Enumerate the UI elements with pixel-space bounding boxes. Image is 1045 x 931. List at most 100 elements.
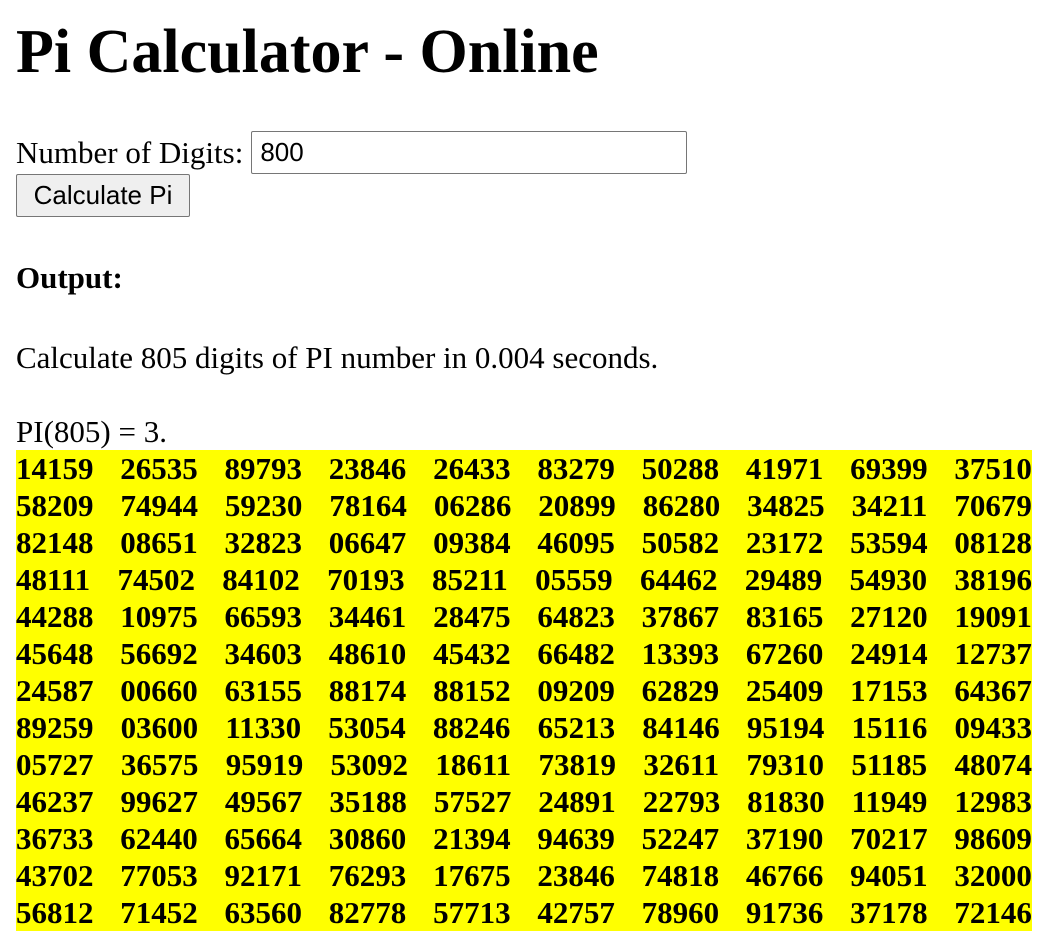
pi-digit-group: 19091: [954, 599, 1032, 634]
pi-digit-group: 95194: [746, 710, 825, 745]
pi-digit-group: 23846: [328, 451, 407, 486]
pi-digit-group: 36733: [16, 821, 94, 856]
pi-digit-group: 53054: [328, 710, 406, 745]
pi-digit-group: 62440: [120, 821, 198, 856]
pi-digit-group: 95919: [225, 747, 304, 782]
pi-digit-group: 53092: [330, 747, 409, 782]
pi-digit-group: 24914: [850, 636, 928, 671]
pi-digit-group: 46095: [537, 525, 615, 560]
pi-digit-group: 70679: [954, 488, 1032, 523]
pi-digits-block: 14159 26535 89793 23846 26433 83279 50288 41971…: [16, 450, 1032, 931]
pi-digit-group: 88152: [433, 673, 511, 708]
pi-digit-group: 46766: [745, 858, 824, 893]
calculation-summary: Calculate 805 digits of PI number in 0.0…: [16, 340, 659, 375]
pi-digit-group: 83279: [537, 451, 615, 486]
pi-digit-group: 71452: [120, 895, 198, 930]
pi-digit-group: 45432: [433, 636, 511, 671]
pi-digit-group: 50288: [641, 451, 720, 486]
pi-digit-group: 14159: [16, 451, 94, 486]
pi-digit-row: 58209 74944 59230 78164 06286 20899 86280 34825…: [16, 487, 1032, 524]
pi-digit-group: 67260: [745, 636, 824, 671]
pi-digit-group: 66593: [224, 599, 303, 634]
pi-digit-group: 57713: [433, 895, 511, 930]
pi-digit-group: 24891: [538, 784, 616, 819]
pi-digit-row: 44288 10975 66593 34461 28475 64823 37867 83165…: [16, 598, 1032, 635]
pi-prefix: PI(805) = 3.: [16, 414, 167, 449]
pi-digit-group: 74818: [641, 858, 720, 893]
pi-digit-group: 73819: [538, 747, 617, 782]
pi-digit-group: 37867: [641, 599, 720, 634]
pi-digit-group: 66482: [537, 636, 615, 671]
pi-digit-group: 76293: [328, 858, 407, 893]
pi-digit-group: 05559: [535, 562, 613, 597]
pi-digit-group: 32611: [643, 747, 720, 782]
pi-digit-group: 35188: [329, 784, 407, 819]
pi-digit-group: 91736: [745, 895, 824, 930]
pi-digit-group: 56692: [120, 636, 198, 671]
pi-digit-row: 82148 08651 32823 06647 09384 46095 50582 23172…: [16, 524, 1032, 561]
pi-digit-group: 23846: [537, 858, 615, 893]
pi-digit-group: 05727: [16, 747, 94, 782]
pi-digit-group: 00660: [120, 673, 198, 708]
pi-digit-group: 65664: [224, 821, 303, 856]
pi-digit-group: 84146: [642, 710, 720, 745]
pi-digit-row: 36733 62440 65664 30860 21394 94639 52247 37190…: [16, 820, 1032, 857]
pi-digit-group: 06286: [433, 488, 512, 523]
pi-digit-group: 09384: [433, 525, 511, 560]
pi-digit-group: 23172: [745, 525, 824, 560]
pi-digit-group: 18611: [435, 747, 512, 782]
pi-digit-group: 11949: [851, 784, 928, 819]
pi-digit-group: 77053: [120, 858, 198, 893]
pi-digit-group: 22793: [642, 784, 721, 819]
pi-digit-group: 92171: [224, 858, 303, 893]
pi-digit-group: 74944: [120, 488, 198, 523]
pi-digit-group: 50582: [641, 525, 720, 560]
pi-digit-group: 27120: [850, 599, 928, 634]
pi-digit-group: 32000: [954, 858, 1032, 893]
pi-digit-group: 09209: [537, 673, 615, 708]
pi-digit-group: 89259: [16, 710, 94, 745]
pi-digit-group: 53594: [850, 525, 928, 560]
pi-digit-group: 72146: [954, 895, 1032, 930]
pi-digit-group: 43702: [16, 858, 94, 893]
pi-digit-group: 09433: [954, 710, 1033, 745]
pi-digit-group: 13393: [641, 636, 720, 671]
calculate-pi-button[interactable]: Calculate Pi: [16, 174, 190, 217]
pi-digit-group: 24587: [16, 673, 94, 708]
page-title: Pi Calculator - Online: [16, 18, 599, 86]
pi-digit-group: 64823: [537, 599, 615, 634]
pi-digit-group: 26433: [433, 451, 511, 486]
pi-digit-group: 59230: [224, 488, 303, 523]
pi-digit-group: 63155: [224, 673, 303, 708]
pi-digit-group: 69399: [850, 451, 928, 486]
pi-digit-group: 37510: [954, 451, 1032, 486]
pi-digit-row: 89259 03600 11330 53054 88246 65213 84146 95194…: [16, 709, 1032, 746]
pi-digit-group: 44288: [16, 599, 94, 634]
pi-digit-group: 29489: [744, 562, 823, 597]
pi-digit-group: 34825: [747, 488, 825, 523]
pi-digit-group: 06647: [328, 525, 407, 560]
pi-digit-group: 12983: [954, 784, 1032, 819]
pi-digit-group: 54930: [849, 562, 928, 597]
pi-digit-group: 34461: [328, 599, 407, 634]
pi-digit-row: 46237 99627 49567 35188 57527 24891 22793 81830…: [16, 783, 1032, 820]
pi-digit-row: 05727 36575 95919 53092 18611 73819 32611 79310…: [16, 746, 1032, 783]
pi-digit-group: 12737: [954, 636, 1032, 671]
pi-digit-group: 37178: [850, 895, 928, 930]
pi-digit-group: 64367: [954, 673, 1032, 708]
pi-digit-group: 81830: [747, 784, 825, 819]
pi-digit-group: 45648: [16, 636, 94, 671]
pi-digit-group: 85211: [431, 562, 508, 597]
pi-digit-group: 98609: [954, 821, 1032, 856]
pi-digit-group: 64462: [639, 562, 718, 597]
pi-digit-group: 38196: [954, 562, 1032, 597]
digits-form: Number of Digits:: [16, 131, 688, 174]
pi-digit-group: 46237: [16, 784, 94, 819]
digits-input[interactable]: [251, 131, 688, 174]
pi-digit-group: 48610: [328, 636, 407, 671]
pi-digit-group: 11330: [225, 710, 302, 745]
pi-digit-group: 82148: [16, 525, 94, 560]
pi-digit-group: 52247: [641, 821, 720, 856]
pi-digit-group: 89793: [224, 451, 303, 486]
output-heading: Output:: [16, 260, 123, 295]
